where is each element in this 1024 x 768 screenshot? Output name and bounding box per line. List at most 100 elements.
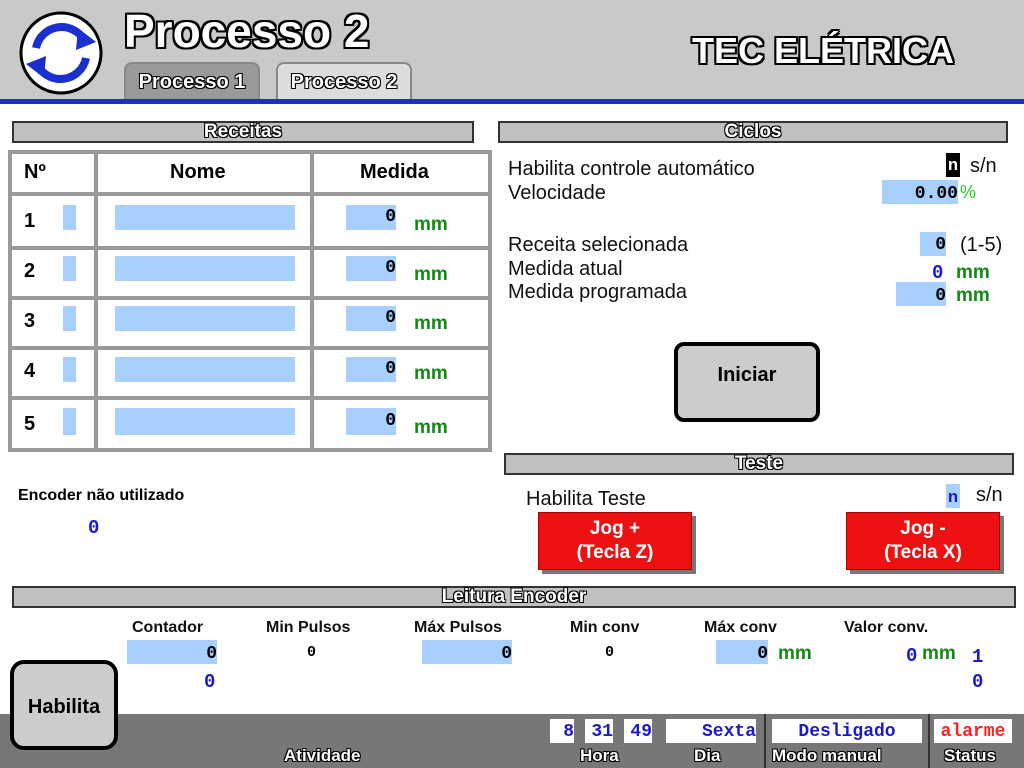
col-num-header-cell xyxy=(8,150,98,196)
velocidade-label: Velocidade xyxy=(508,182,606,204)
row-flag-field[interactable] xyxy=(63,256,76,281)
hora-label: Hora xyxy=(580,746,619,765)
valor-conv-extra-1: 1 xyxy=(972,646,984,668)
max-conv-label: Máx conv xyxy=(704,619,777,636)
leitura-encoder-header: Leitura Encoder xyxy=(12,586,1016,608)
row-flag-field[interactable] xyxy=(63,408,76,435)
recipe-name-field[interactable] xyxy=(115,256,295,281)
modo-label: Modo manual xyxy=(772,746,882,765)
max-conv-field[interactable]: 0 xyxy=(716,640,768,664)
jog-plus-label: Jog + xyxy=(589,518,641,539)
valor-conv-value: 0 xyxy=(906,645,918,667)
recipe-name-field[interactable] xyxy=(115,205,295,230)
footer-divider xyxy=(928,714,930,768)
status-label: Status xyxy=(944,746,996,765)
jog-minus-key: (Tecla X) xyxy=(884,542,962,563)
recipe-name-field[interactable] xyxy=(115,306,295,331)
teste-header: Teste xyxy=(504,453,1014,475)
contador-field[interactable]: 0 xyxy=(127,640,217,664)
recipe-medida-field[interactable]: 0 xyxy=(346,256,396,281)
table-row xyxy=(8,346,98,400)
ciclos-header: Ciclos xyxy=(498,121,1008,143)
recipe-medida-field[interactable]: 0 xyxy=(346,408,396,435)
habilita-auto-label: Habilita controle automático xyxy=(508,158,755,180)
habilita-auto-field[interactable]: n xyxy=(946,153,960,177)
table-row xyxy=(8,396,98,452)
unit-label: mm xyxy=(414,214,448,235)
unit-label: mm xyxy=(414,417,448,438)
jog-plus-key: (Tecla Z) xyxy=(576,542,654,563)
unit-label: mm xyxy=(414,313,448,334)
min-conv-value: 0 xyxy=(605,644,615,661)
col-nome-header: Nome xyxy=(170,161,226,183)
table-row xyxy=(8,192,98,250)
jog-plus-button[interactable]: Jog + (Tecla Z) xyxy=(538,512,692,570)
jog-minus-button[interactable]: Jog - (Tecla X) xyxy=(846,512,1000,570)
min-conv-label: Min conv xyxy=(570,619,640,636)
footer-divider xyxy=(764,714,766,768)
medida-programada-field[interactable]: 0 xyxy=(896,282,946,306)
tab-processo-2[interactable]: Processo 2 xyxy=(276,62,412,100)
min-pulsos-value: 0 xyxy=(307,644,317,661)
velocidade-unit: % xyxy=(960,182,977,202)
encoder-note-label: Encoder não utilizado xyxy=(18,487,185,504)
unit-label: mm xyxy=(414,264,448,285)
hora-minutes: 31 xyxy=(585,719,613,743)
habilita-teste-suffix: s/n xyxy=(976,484,1003,506)
valor-conv-label: Valor conv. xyxy=(844,619,929,636)
iniciar-button[interactable]: Iniciar xyxy=(674,342,820,422)
table-cell xyxy=(310,296,492,350)
table-cell xyxy=(310,192,492,250)
status-value: alarme xyxy=(934,719,1012,743)
process-cycle-icon xyxy=(14,8,108,98)
table-cell xyxy=(310,346,492,400)
habilita-button[interactable]: Habilita xyxy=(10,660,118,750)
max-pulsos-label: Máx Pulsos xyxy=(414,619,503,636)
recipe-medida-field[interactable]: 0 xyxy=(346,357,396,382)
contador-label: Contador xyxy=(132,619,204,636)
medida-atual-value: 0 xyxy=(932,262,944,284)
table-row xyxy=(8,296,98,350)
medida-programada-unit: mm xyxy=(956,285,990,306)
dia-label: Dia xyxy=(694,746,721,765)
row-flag-field[interactable] xyxy=(63,306,76,331)
hora-hours: 8 xyxy=(550,719,574,743)
header-divider xyxy=(0,99,1024,104)
row-flag-field[interactable] xyxy=(63,357,76,382)
jog-minus-label: Jog - xyxy=(900,518,946,539)
row-flag-field[interactable] xyxy=(63,205,76,230)
table-cell xyxy=(310,396,492,452)
medida-programada-label: Medida programada xyxy=(508,281,687,303)
receita-selecionada-label: Receita selecionada xyxy=(508,234,689,256)
row-number: 3 xyxy=(24,310,36,332)
valor-conv-unit: mm xyxy=(922,643,956,664)
habilita-teste-label: Habilita Teste xyxy=(526,488,646,510)
contador-value-secondary: 0 xyxy=(204,671,216,693)
velocidade-field[interactable]: 0.00 xyxy=(882,180,958,204)
min-pulsos-label: Min Pulsos xyxy=(266,619,351,636)
dia-value: Sexta xyxy=(666,719,756,743)
recipe-name-field[interactable] xyxy=(115,408,295,435)
company-name: TEC ELÉTRICA xyxy=(692,30,955,71)
valor-conv-extra-2: 0 xyxy=(972,671,984,693)
unit-label: mm xyxy=(414,363,448,384)
receita-range: (1-5) xyxy=(960,234,1003,256)
medida-atual-label: Medida atual xyxy=(508,258,623,280)
tab-processo-1[interactable]: Processo 1 xyxy=(124,62,260,100)
receitas-header: Receitas xyxy=(12,121,474,143)
max-pulsos-field[interactable]: 0 xyxy=(422,640,512,664)
table-cell xyxy=(310,246,492,300)
atividade-label: Atividade xyxy=(284,746,361,765)
modo-value: Desligado xyxy=(772,719,922,743)
habilita-auto-suffix: s/n xyxy=(970,155,997,177)
habilita-teste-field[interactable]: n xyxy=(946,484,960,508)
recipe-medida-field[interactable]: 0 xyxy=(346,205,396,230)
recipe-name-field[interactable] xyxy=(115,357,295,382)
row-number: 1 xyxy=(24,210,36,232)
row-number: 5 xyxy=(24,413,36,435)
page-title: Processo 2 xyxy=(124,5,370,57)
row-number: 4 xyxy=(24,360,36,382)
recipe-medida-field[interactable]: 0 xyxy=(346,306,396,331)
max-conv-unit: mm xyxy=(778,643,812,664)
receita-selecionada-field[interactable]: 0 xyxy=(920,232,946,256)
